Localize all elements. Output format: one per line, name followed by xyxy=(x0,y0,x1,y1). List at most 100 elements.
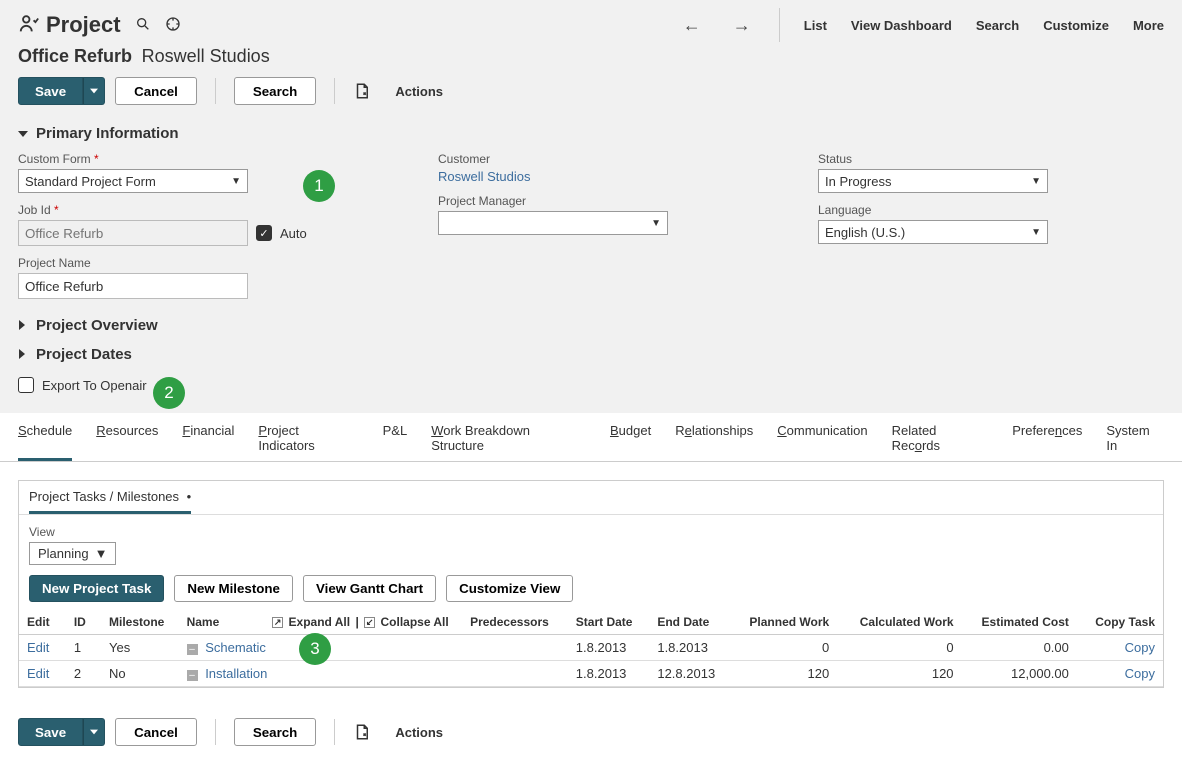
chevron-right-icon xyxy=(18,346,28,363)
separator xyxy=(334,78,335,104)
edit-link[interactable]: Edit xyxy=(27,640,49,655)
callout-three: 3 xyxy=(299,633,331,665)
section-project-dates-toggle[interactable]: Project Dates xyxy=(18,346,1164,363)
customize-view-button[interactable]: Customize View xyxy=(446,575,573,602)
tab-schedule[interactable]: Schedule xyxy=(18,423,72,461)
copy-link[interactable]: Copy xyxy=(1125,666,1155,681)
history-forward-button[interactable]: → xyxy=(729,15,755,36)
col-milestone: Milestone xyxy=(101,610,179,635)
tab-budget[interactable]: Budget xyxy=(610,423,651,461)
record-type-title: Project xyxy=(46,12,121,38)
caret-down-icon: ▼ xyxy=(1031,176,1041,187)
cell-end: 1.8.2013 xyxy=(649,635,731,661)
table-row: Edit 2 No – Installation 1.8.2013 12.8.2… xyxy=(19,661,1163,687)
section-project-overview-toggle[interactable]: Project Overview xyxy=(18,317,1164,334)
project-name-input[interactable] xyxy=(18,273,248,299)
language-select[interactable]: English (U.S.) ▼ xyxy=(818,220,1048,244)
col-expand-collapse: ↗ Expand All | ↙ Collapse All xyxy=(264,610,462,635)
nav-view-dashboard[interactable]: View Dashboard xyxy=(851,18,952,33)
tab-wbs[interactable]: Work Breakdown Structure xyxy=(431,423,586,461)
collapse-icon[interactable]: – xyxy=(187,644,198,655)
language-value: English (U.S.) xyxy=(825,225,905,240)
export-openair-label: Export To Openair xyxy=(42,378,147,393)
save-button[interactable]: Save xyxy=(18,77,83,105)
expand-all-link[interactable]: Expand All xyxy=(289,615,351,629)
tab-preferences[interactable]: Preferences xyxy=(1012,423,1082,461)
tab-relationships[interactable]: Relationships xyxy=(675,423,753,461)
task-name-link[interactable]: Installation xyxy=(205,666,267,681)
expand-diag-icon[interactable]: ↗ xyxy=(272,617,283,628)
cell-end: 12.8.2013 xyxy=(649,661,731,687)
customer-value-link[interactable]: Roswell Studios xyxy=(438,169,531,184)
view-select[interactable]: Planning ▼ xyxy=(29,542,116,565)
callout-two: 2 xyxy=(153,377,185,409)
auto-label: Auto xyxy=(280,226,307,241)
new-milestone-button[interactable]: New Milestone xyxy=(174,575,293,602)
custom-form-select[interactable]: Standard Project Form ▼ xyxy=(18,169,248,193)
tab-financial[interactable]: Financial xyxy=(182,423,234,461)
col-estimated: Estimated Cost xyxy=(962,610,1077,635)
custom-form-label: Custom Form xyxy=(18,152,378,166)
tab-project-indicators[interactable]: Project Indicators xyxy=(258,423,358,461)
actions-menu-footer[interactable]: Actions xyxy=(395,725,443,740)
cancel-button-footer[interactable]: Cancel xyxy=(115,718,197,746)
view-gantt-button[interactable]: View Gantt Chart xyxy=(303,575,436,602)
chevron-right-icon xyxy=(18,317,28,334)
collapse-icon[interactable]: – xyxy=(187,670,198,681)
new-project-task-button[interactable]: New Project Task xyxy=(29,575,164,602)
cancel-button[interactable]: Cancel xyxy=(115,77,197,105)
col-name: Name xyxy=(179,610,265,635)
copy-link[interactable]: Copy xyxy=(1125,640,1155,655)
cell-start: 1.8.2013 xyxy=(568,635,650,661)
task-name-link[interactable]: Schematic xyxy=(205,640,266,655)
tab-resources[interactable]: Resources xyxy=(96,423,158,461)
save-dropdown-button[interactable] xyxy=(83,77,105,105)
tab-pl[interactable]: P&L xyxy=(383,423,408,461)
caret-down-icon: ▼ xyxy=(1031,227,1041,238)
job-id-input[interactable] xyxy=(18,220,248,246)
save-button-footer[interactable]: Save xyxy=(18,718,83,746)
tab-system-info[interactable]: System In xyxy=(1106,423,1164,461)
col-planned: Planned Work xyxy=(731,610,837,635)
cell-predecessors xyxy=(462,661,568,687)
project-manager-select[interactable]: ▼ xyxy=(438,211,668,235)
compass-icon[interactable] xyxy=(165,16,181,35)
job-id-label: Job Id xyxy=(18,203,378,217)
document-icon[interactable] xyxy=(353,723,371,741)
document-icon[interactable] xyxy=(353,82,371,100)
search-button[interactable]: Search xyxy=(234,77,316,105)
section-primary-information-label: Primary Information xyxy=(36,125,179,142)
view-value: Planning xyxy=(38,546,89,561)
save-dropdown-button-footer[interactable] xyxy=(83,718,105,746)
cell-calculated: 120 xyxy=(837,661,961,687)
section-primary-information-toggle[interactable]: Primary Information xyxy=(18,125,1164,142)
nav-search[interactable]: Search xyxy=(976,18,1019,33)
tab-communication[interactable]: Communication xyxy=(777,423,867,461)
history-back-button[interactable]: ← xyxy=(679,15,705,36)
cell-milestone: No xyxy=(101,661,179,687)
table-row: Edit 1 Yes – Schematic 1.8.2013 1.8.2013… xyxy=(19,635,1163,661)
separator xyxy=(779,8,780,42)
nav-list[interactable]: List xyxy=(804,18,827,33)
tab-related-records[interactable]: Related Records xyxy=(892,423,989,461)
collapse-diag-icon[interactable]: ↙ xyxy=(364,617,375,628)
search-icon[interactable] xyxy=(135,16,151,35)
cell-planned: 0 xyxy=(731,635,837,661)
cell-milestone: Yes xyxy=(101,635,179,661)
search-button-footer[interactable]: Search xyxy=(234,718,316,746)
status-select[interactable]: In Progress ▼ xyxy=(818,169,1048,193)
auto-checkbox[interactable]: ✓ xyxy=(256,225,272,241)
nav-more[interactable]: More xyxy=(1133,18,1164,33)
divider: | xyxy=(355,615,358,629)
actions-menu[interactable]: Actions xyxy=(395,84,443,99)
col-edit: Edit xyxy=(19,610,66,635)
status-label: Status xyxy=(818,152,1098,166)
subtab-indicator: • xyxy=(187,489,192,504)
col-copy: Copy Task xyxy=(1077,610,1163,635)
export-openair-checkbox[interactable]: ✓ xyxy=(18,377,34,393)
edit-link[interactable]: Edit xyxy=(27,666,49,681)
nav-customize[interactable]: Customize xyxy=(1043,18,1109,33)
subtab-project-tasks[interactable]: Project Tasks / Milestones • xyxy=(29,489,191,514)
caret-down-icon: ▼ xyxy=(651,218,661,229)
collapse-all-link[interactable]: Collapse All xyxy=(380,615,448,629)
